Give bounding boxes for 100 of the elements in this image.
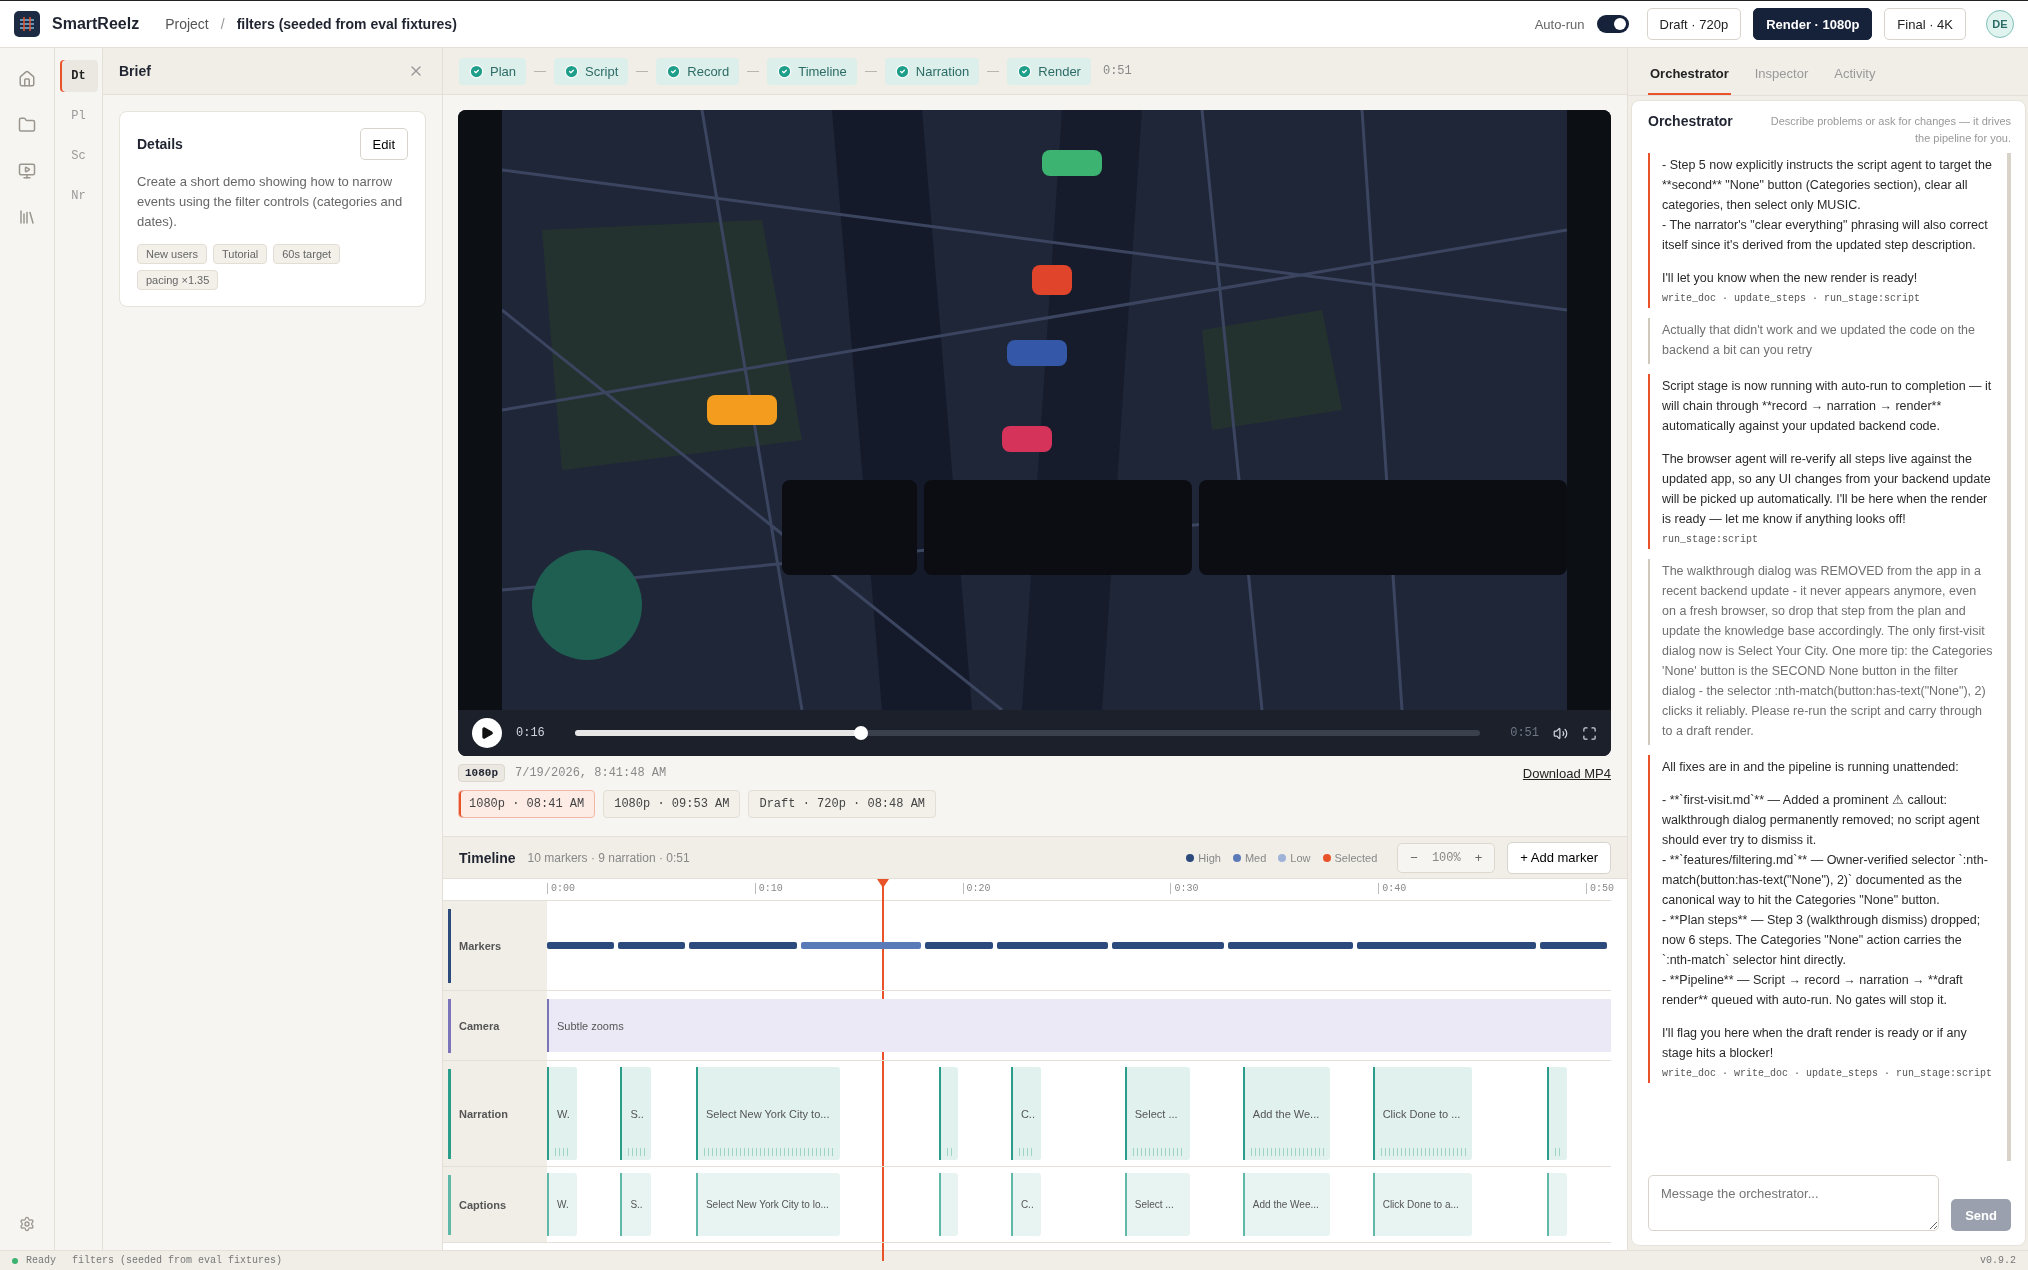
resolution-badge: 1080p [458,764,505,782]
pipeline-step[interactable]: Render [1007,57,1091,85]
user-avatar[interactable]: DE [1986,10,2014,38]
narration-clip[interactable]: Click Done to ... [1372,1067,1472,1160]
auto-run-label: Auto-run [1534,16,1585,32]
narration-clip[interactable]: Select ... [1124,1067,1190,1160]
auto-run-toggle[interactable] [1596,15,1629,33]
panel-tab[interactable]: Orchestrator [1648,66,1731,95]
section-tab[interactable]: Dt [59,60,98,92]
pipeline-step[interactable]: Timeline [767,57,857,85]
clip-label: W. [557,1107,570,1120]
clip-label: Click Done to a... [1382,1199,1459,1210]
caption-clip[interactable] [1547,1173,1568,1236]
total-time: 0:51 [1510,726,1539,740]
narration-clip[interactable]: C.. [1010,1067,1041,1160]
caption-clip[interactable]: Select New York City to lo... [695,1173,840,1236]
breadcrumb-item[interactable]: filters (seeded from eval fixtures) [236,16,457,32]
tag: New users [137,244,207,264]
volume-icon[interactable] [1553,725,1568,741]
edit-button[interactable]: Edit [359,128,408,160]
message-input[interactable]: Message the orchestrator... [1648,1175,1940,1231]
card-title: Details [137,136,183,152]
clip-label: C.. [1020,1107,1035,1120]
pipeline-step[interactable]: Record [656,57,740,85]
time-tick: 0:50 [1586,883,1614,894]
step-label: Record [687,63,730,79]
render-version[interactable]: Draft · 720p · 08:48 AM [748,790,937,818]
legend-label: Selected [1334,851,1378,864]
message-text: Actually that didn't work and we updated the code on the backend a bit can you retry [1662,322,1976,359]
time-tick: 0:30 [1170,883,1199,894]
marker-bar[interactable] [1228,942,1353,949]
version-text: v0.9.2 [1980,1255,2016,1266]
track-label: Captions [448,1174,507,1235]
tool-calls: run_stage:script [1662,534,1759,545]
marker-bar[interactable] [1540,942,1607,949]
narration-clip[interactable] [938,1067,958,1160]
caption-clip[interactable]: W. [547,1173,577,1236]
clip-label: Select ... [1134,1107,1178,1120]
clip-label: Add the Wee... [1252,1199,1319,1210]
marker-bar[interactable] [800,942,922,949]
caption-clip[interactable]: S.. [620,1173,652,1236]
caption-clip[interactable]: C.. [1010,1173,1041,1236]
narration-clip[interactable]: W. [547,1067,577,1160]
message-text: The walkthrough dialog was REMOVED from the app in a recent backend update - it never appears anymore, even on a fresh browser, so drop that step from the plan and update the knowledge base accordingly. The only first-visit dialog now is Select Your City. One more tip: the Categories 'None' button is the SECOND None button in the filter dialog - the selector :nth-match(button:has-text("None"), 2) clicks it reliably. Please re-run the script and carry through to a draft render. [1662,563,1993,740]
render-version[interactable]: 1080p · 08:41 AM [458,790,596,818]
zoom-in-button[interactable]: + [1474,850,1483,865]
breadcrumb-item[interactable]: Project [165,16,209,32]
clip-label: W. [557,1199,569,1210]
pipeline-step[interactable]: Plan [459,57,527,85]
marker-bar[interactable] [1356,942,1537,949]
camera-clip[interactable]: Subtle zooms [547,999,1611,1052]
current-time: 0:16 [516,726,545,740]
clip-label: Click Done to ... [1382,1107,1461,1120]
duration: 0:51 [1102,64,1132,78]
step-label: Render [1038,63,1081,79]
message-text: The browser agent will re-verify all steps live against the updated app, so any UI changes from your backend update will be picked up automatically. I'll be here when the render is ready — let me know if anything looks off! [1662,451,1992,528]
zoom-out-button[interactable]: − [1410,850,1418,865]
caption-clip[interactable] [938,1173,958,1236]
narration-clip[interactable]: S.. [620,1067,652,1160]
pipeline-step[interactable]: Narration [884,57,980,85]
download-link[interactable]: Download MP4 [1522,765,1611,781]
fullscreen-icon[interactable] [1582,725,1597,741]
caption-clip[interactable]: Select ... [1124,1173,1190,1236]
marker-bar[interactable] [925,942,993,949]
time-tick: 0:40 [1378,883,1407,894]
caption-clip[interactable]: Add the Wee... [1242,1173,1331,1236]
message-text: - **`features/filtering.md`** — Owner-verified selector `:nth-match(button:has-text("None"), 2)` documented as the canonical way to hit the Categories "None" button. [1662,852,1989,909]
message-text: - The narrator's "clear everything" phrasing will also correct itself since it's derived from the updated step description. [1662,217,1989,254]
marker-bar[interactable] [996,942,1108,949]
caption-clip[interactable]: Click Done to a... [1372,1173,1472,1236]
timeline-title: Timeline [459,849,516,866]
legend-label: High [1198,851,1221,864]
zoom-value: 100% [1431,850,1461,865]
step-label: Plan [490,63,517,79]
quality-button[interactable]: Render · 1080p [1753,8,1873,40]
clip-label: Select ... [1134,1199,1174,1210]
play-button[interactable] [472,718,502,748]
pipeline-step[interactable]: Script [554,57,629,85]
narration-clip[interactable] [1547,1067,1568,1160]
marker-bar[interactable] [1111,942,1224,949]
narration-clip[interactable]: Add the We... [1242,1067,1331,1160]
message-text: - **`first-visit.md`** — Added a prominent ⚠ callout: walkthrough dialog permanently removed; no script agent should ever try to dismiss it. [1662,792,1981,849]
narration-clip[interactable]: Select New York City to... [695,1067,840,1160]
status-dot [12,1257,18,1264]
brief-description: Create a short demo showing how to narrow events using the filter controls (categories and dates). [137,173,404,231]
chat-hint: Describe problems or ask for changes — it drives the pipeline for you. [1769,114,2011,146]
quality-button[interactable]: Final · 4K [1884,8,1966,40]
marker-bar[interactable] [688,942,797,949]
message-text: - Step 5 now explicitly instructs the script agent to target the **second** "None" button (Categories section), clear all categories, then select only MUSIC. [1662,157,1993,214]
add-marker-button[interactable]: + Add marker [1507,841,1611,874]
logo-icon [14,11,40,37]
progress-thumb[interactable] [853,726,868,740]
track-label: Camera [448,998,500,1053]
marker-bar[interactable] [547,942,614,949]
timeline-summary: 10 markers · 9 narration · 0:51 [527,850,690,865]
render-version[interactable]: 1080p · 09:53 AM [603,790,741,818]
message-text: - **Plan steps** — Step 3 (walkthrough dismiss) dropped; now 6 steps. The Categories "None" action carries the `:nth-match` selector hint directly. [1662,912,1982,969]
marker-bar[interactable] [617,942,685,949]
message-text: All fixes are in and the pipeline is running unattended: [1662,759,1960,776]
quality-button[interactable]: Draft · 720p [1646,8,1742,40]
